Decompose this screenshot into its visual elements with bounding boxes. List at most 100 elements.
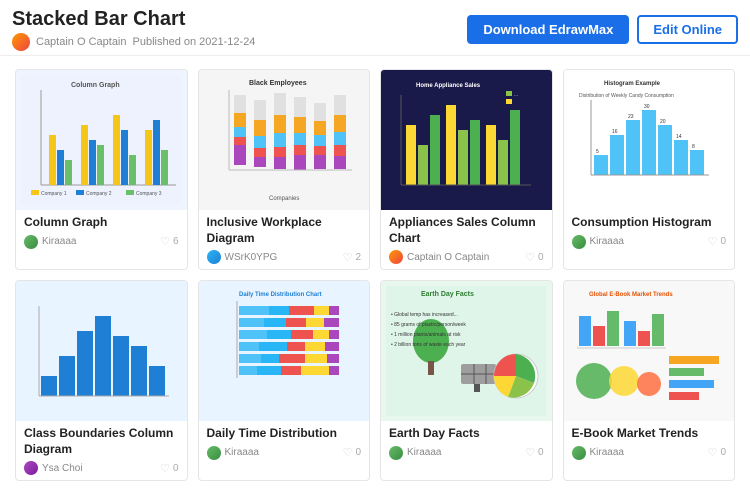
card-earth-day[interactable]: Earth Day Facts • Global temp has increa… <box>380 280 553 481</box>
heart-icon: ♡ <box>708 235 718 248</box>
card-footer: Kiraaaa ♡ 0 <box>389 446 544 460</box>
svg-text:Company 2: Company 2 <box>86 191 112 197</box>
card-info: Consumption Histogram Kiraaaa ♡ 0 <box>564 210 735 254</box>
svg-text:Home Appliance Sales: Home Appliance Sales <box>416 83 481 89</box>
likes-count: 0 <box>538 447 544 458</box>
svg-text:5: 5 <box>596 149 599 155</box>
card-info: Column Graph Kiraaaa ♡ 6 <box>16 210 187 254</box>
card-likes: ♡ 0 <box>525 446 543 459</box>
svg-text:Earth Day Facts: Earth Day Facts <box>421 291 474 298</box>
author-name: Kiraaaa <box>590 236 624 247</box>
card-author: Kiraaaa <box>572 235 624 249</box>
edit-button[interactable]: Edit Online <box>637 15 738 44</box>
card-daily-time[interactable]: Daily Time Distribution Chart <box>198 280 371 481</box>
svg-text:30: 30 <box>644 104 650 110</box>
header-published: Published on 2021-12-24 <box>133 36 256 48</box>
likes-count: 0 <box>355 447 361 458</box>
card-author: Kiraaaa <box>389 446 441 460</box>
card-author: Captain O Captain <box>389 250 489 264</box>
card-footer: Kiraaaa ♡ 6 <box>24 235 179 249</box>
header-author: Captain O Captain <box>36 36 127 48</box>
svg-text:• 2 billion tons of waste each: • 2 billion tons of waste each year <box>391 342 466 348</box>
svg-text:• 85 grams of plastic/person/w: • 85 grams of plastic/person/week <box>391 322 466 328</box>
author-name: Kiraaaa <box>42 236 76 247</box>
author-avatar-icon <box>389 446 403 460</box>
page-header: Stacked Bar Chart Captain O Captain Publ… <box>0 0 750 56</box>
svg-text:• 1 million plants/animals at: • 1 million plants/animals at risk <box>391 332 461 338</box>
svg-text:14: 14 <box>676 134 682 140</box>
author-avatar-icon <box>207 250 221 264</box>
card-ebook-trends[interactable]: Global E-Book Market Trends E-Book Marke… <box>563 280 736 481</box>
svg-text:Daily Time Distribution Chart: Daily Time Distribution Chart <box>239 292 322 298</box>
card-thumbnail: Daily Time Distribution Chart <box>199 281 370 421</box>
card-thumbnail: Home Appliance Sales ... <box>381 70 552 210</box>
svg-text:23: 23 <box>628 114 634 120</box>
download-button[interactable]: Download EdrawMax <box>467 15 629 44</box>
card-info: Inclusive Workplace Diagram WSrK0YPG ♡ 2 <box>199 210 370 269</box>
card-class-boundaries[interactable]: Class Boundaries Column Diagram Ysa Choi… <box>15 280 188 481</box>
author-avatar-icon <box>572 446 586 460</box>
author-avatar-icon <box>12 33 30 51</box>
card-info: E-Book Market Trends Kiraaaa ♡ 0 <box>564 421 735 465</box>
author-name: Captain O Captain <box>407 252 489 263</box>
card-footer: Captain O Captain ♡ 0 <box>389 250 544 264</box>
card-author: Ysa Choi <box>24 461 83 475</box>
card-consumption-histogram[interactable]: Histogram Example Distribution of Weekly… <box>563 69 736 270</box>
card-title: Daily Time Distribution <box>207 426 362 442</box>
card-column-graph[interactable]: Column Graph Company 1 Company 2 Company… <box>15 69 188 270</box>
svg-text:Global E-Book Market Trends: Global E-Book Market Trends <box>589 292 673 298</box>
author-name: Ysa Choi <box>42 463 83 474</box>
author-avatar-icon <box>24 235 38 249</box>
svg-text:...: ... <box>514 92 518 98</box>
card-footer: Kiraaaa ♡ 0 <box>572 446 727 460</box>
card-likes: ♡ 0 <box>343 446 361 459</box>
author-name: Kiraaaa <box>590 447 624 458</box>
card-thumbnail <box>16 281 187 421</box>
author-name: Kiraaaa <box>407 447 441 458</box>
heart-icon: ♡ <box>708 446 718 459</box>
header-left: Stacked Bar Chart Captain O Captain Publ… <box>12 8 255 51</box>
card-footer: Kiraaaa ♡ 0 <box>572 235 727 249</box>
card-info: Class Boundaries Column Diagram Ysa Choi… <box>16 421 187 480</box>
card-thumbnail: Histogram Example Distribution of Weekly… <box>564 70 735 210</box>
author-avatar-icon <box>24 461 38 475</box>
svg-text:Column Graph: Column Graph <box>71 82 120 89</box>
card-likes: ♡ 0 <box>525 251 543 264</box>
heart-icon: ♡ <box>343 251 353 264</box>
card-title: Earth Day Facts <box>389 426 544 442</box>
svg-text:Black Employees: Black Employees <box>249 80 307 87</box>
card-author: Kiraaaa <box>24 235 76 249</box>
header-meta: Captain O Captain Published on 2021-12-2… <box>12 33 255 51</box>
card-likes: ♡ 6 <box>160 235 178 248</box>
likes-count: 0 <box>173 463 179 474</box>
card-thumbnail: Column Graph Company 1 Company 2 Company… <box>16 70 187 210</box>
card-title: Inclusive Workplace Diagram <box>207 215 362 246</box>
card-footer: Ysa Choi ♡ 0 <box>24 461 179 475</box>
likes-count: 6 <box>173 236 179 247</box>
card-info: Earth Day Facts Kiraaaa ♡ 0 <box>381 421 552 465</box>
heart-icon: ♡ <box>525 251 535 264</box>
svg-text:Histogram Example: Histogram Example <box>604 81 661 87</box>
svg-text:20: 20 <box>660 119 666 125</box>
card-appliances-sales[interactable]: Home Appliance Sales ... Appliances Sale… <box>380 69 553 270</box>
svg-text:• Global temp has increased...: • Global temp has increased... <box>391 312 458 318</box>
heart-icon: ♡ <box>343 446 353 459</box>
author-avatar-icon <box>207 446 221 460</box>
svg-text:16: 16 <box>612 129 618 135</box>
card-grid: Column Graph Company 1 Company 2 Company… <box>0 56 750 494</box>
card-likes: ♡ 0 <box>708 235 726 248</box>
card-author: Kiraaaa <box>207 446 259 460</box>
author-name: Kiraaaa <box>225 447 259 458</box>
likes-count: 2 <box>355 252 361 263</box>
likes-count: 0 <box>720 236 726 247</box>
card-author: WSrK0YPG <box>207 250 278 264</box>
likes-count: 0 <box>538 252 544 263</box>
svg-text:Companies: Companies <box>269 196 299 202</box>
card-likes: ♡ 2 <box>343 251 361 264</box>
card-footer: Kiraaaa ♡ 0 <box>207 446 362 460</box>
card-inclusive-workplace[interactable]: Black Employees Companies <box>198 69 371 270</box>
card-author: Kiraaaa <box>572 446 624 460</box>
author-name: WSrK0YPG <box>225 252 278 263</box>
page-title: Stacked Bar Chart <box>12 8 255 31</box>
svg-text:Company 3: Company 3 <box>136 191 162 197</box>
